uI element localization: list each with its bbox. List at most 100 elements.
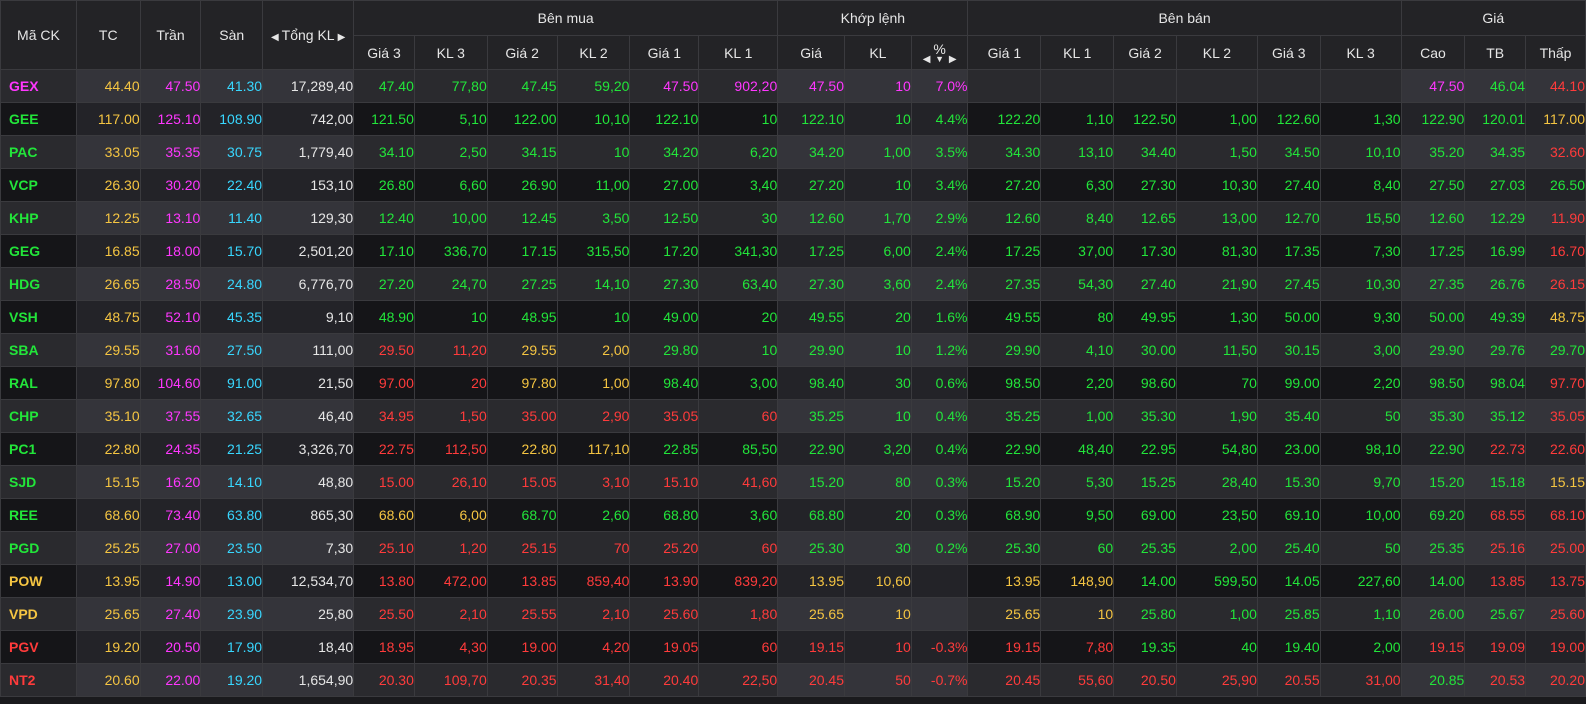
col-header-buy-price-1[interactable]: Giá 1 [629, 35, 700, 70]
table-row[interactable]: GEG 16.85 18.00 15.70 2,501,20 17.10 336,70 17.… [0, 234, 1586, 268]
col-header-sell-vol-2[interactable]: KL 2 [1175, 35, 1258, 70]
cell-symbol[interactable]: SJD [0, 465, 77, 499]
col-header-sell-price-2[interactable]: Giá 2 [1113, 35, 1177, 70]
cell-buy-price-2: 29.55 [486, 333, 558, 367]
cell-symbol[interactable]: REE [0, 498, 77, 532]
cell-ref: 48.75 [75, 300, 141, 334]
cell-symbol[interactable]: NT2 [0, 663, 77, 697]
col-header-match-price[interactable]: Giá [777, 35, 846, 70]
caret-right-icon[interactable]: ▶ [949, 54, 957, 65]
cell-sell-vol-3: 1,30 [1319, 102, 1402, 136]
cell-average: 16.99 [1464, 234, 1527, 268]
cell-sell-vol-2: 1,00 [1175, 102, 1258, 136]
cell-symbol[interactable]: PGD [0, 531, 77, 565]
col-header-match-percent[interactable]: ◀% ▼ ▶ [910, 35, 969, 70]
table-row[interactable]: VPD 25.65 27.40 23.90 25,80 25.50 2,10 25.55 2,1… [0, 597, 1586, 631]
cell-buy-price-2: 34.15 [486, 135, 558, 169]
col-header-buy-price-3[interactable]: Giá 3 [353, 35, 415, 70]
cell-symbol[interactable]: GEX [0, 69, 77, 103]
table-row[interactable]: VSH 48.75 52.10 45.35 9,10 48.90 10 48.95 10 49.0… [0, 300, 1586, 334]
cell-sell-vol-3: 227,60 [1319, 564, 1402, 598]
table-row[interactable]: POW 13.95 14.90 13.00 12,534,70 13.80 472,00 13… [0, 564, 1586, 598]
table-row[interactable]: REE 68.60 73.40 63.80 865,30 68.60 6,00 68.70 2,… [0, 498, 1586, 532]
cell-low: 25.00 [1525, 531, 1586, 565]
cell-match-vol: 3,60 [844, 267, 912, 301]
table-row[interactable]: CHP 35.10 37.55 32.65 46,40 34.95 1,50 35.00 2,9… [0, 399, 1586, 433]
col-header-sell-price-1[interactable]: Giá 1 [967, 35, 1042, 70]
col-header-buy-vol-1[interactable]: KL 1 [698, 35, 779, 70]
cell-match-price: 27.30 [777, 267, 846, 301]
group-header-buy: Bên mua [353, 0, 779, 36]
col-header-sell-vol-3[interactable]: KL 3 [1319, 35, 1402, 70]
caret-left-icon[interactable]: ◀ [271, 32, 279, 43]
col-header-symbol[interactable]: Mã CK [0, 0, 77, 70]
cell-sell-vol-1: 6,30 [1040, 168, 1115, 202]
cell-sell-vol-3: 9,30 [1319, 300, 1402, 334]
cell-sell-price-2: 27.30 [1113, 168, 1177, 202]
col-header-buy-price-2[interactable]: Giá 2 [486, 35, 558, 70]
cell-average: 27.03 [1464, 168, 1527, 202]
table-row[interactable]: PGD 25.25 27.00 23.50 7,30 25.10 1,20 25.15 70 25… [0, 531, 1586, 565]
cell-sell-price-2: 122.50 [1113, 102, 1177, 136]
cell-symbol[interactable]: VSH [0, 300, 77, 334]
table-row[interactable]: GEE 117.00 125.10 108.90 742,00 121.50 5,10 122… [0, 102, 1586, 136]
cell-symbol[interactable]: HDG [0, 267, 77, 301]
cell-buy-vol-3: 472,00 [413, 564, 488, 598]
col-header-ref[interactable]: TC [75, 0, 141, 70]
sort-desc-icon[interactable]: ▼ [933, 54, 945, 63]
cell-symbol[interactable]: PGV [0, 630, 77, 664]
cell-low: 11.90 [1525, 201, 1586, 235]
cell-symbol[interactable]: KHP [0, 201, 77, 235]
table-row[interactable]: GEX 44.40 47.50 41.30 17,289,40 47.40 77,80 47.… [0, 69, 1586, 103]
cell-buy-price-2: 68.70 [486, 498, 558, 532]
cell-floor: 15.70 [200, 234, 264, 268]
cell-ceiling: 37.55 [139, 399, 202, 433]
cell-total-volume: 6,776,70 [262, 267, 355, 301]
table-row[interactable]: RAL 97.80 104.60 91.00 21,50 97.00 20 97.80 1,00… [0, 366, 1586, 400]
cell-sell-vol-2: 40 [1175, 630, 1258, 664]
cell-sell-vol-2: 54,80 [1175, 432, 1258, 466]
cell-buy-price-3: 97.00 [353, 366, 415, 400]
cell-ref: 44.40 [75, 69, 141, 103]
caret-left-icon[interactable]: ◀ [923, 54, 931, 65]
cell-symbol[interactable]: PC1 [0, 432, 77, 466]
cell-symbol[interactable]: GEE [0, 102, 77, 136]
table-row[interactable]: SJD 15.15 16.20 14.10 48,80 15.00 26,10 15.05 3,… [0, 465, 1586, 499]
col-header-total-volume[interactable]: ◀ Tổng KL ▶ [262, 0, 355, 70]
caret-right-icon[interactable]: ▶ [338, 32, 346, 43]
cell-symbol[interactable]: POW [0, 564, 77, 598]
table-row[interactable]: PGV 19.20 20.50 17.90 18,40 18.95 4,30 19.00 4,2… [0, 630, 1586, 664]
cell-symbol[interactable]: CHP [0, 399, 77, 433]
table-row[interactable]: VCP 26.30 30.20 22.40 153,10 26.80 6,60 26.90 11… [0, 168, 1586, 202]
cell-symbol[interactable]: PAC [0, 135, 77, 169]
cell-symbol[interactable]: GEG [0, 234, 77, 268]
cell-symbol[interactable]: RAL [0, 366, 77, 400]
col-header-low[interactable]: Thấp [1525, 35, 1586, 70]
cell-sell-vol-1: 37,00 [1040, 234, 1115, 268]
col-header-high[interactable]: Cao [1400, 35, 1466, 70]
cell-match-percent: 4.4% [910, 102, 969, 136]
cell-ref: 20.60 [75, 663, 141, 697]
table-row[interactable]: KHP 12.25 13.10 11.40 129,30 12.40 10,00 12.45 3… [0, 201, 1586, 235]
col-header-ceiling[interactable]: Trần [139, 0, 202, 70]
table-row[interactable]: HDG 26.65 28.50 24.80 6,776,70 27.20 24,70 27.2… [0, 267, 1586, 301]
table-row[interactable]: PC1 22.80 24.35 21.25 3,326,70 22.75 112,50 22.… [0, 432, 1586, 466]
col-header-match-vol[interactable]: KL [844, 35, 912, 70]
cell-buy-vol-3: 20 [413, 366, 488, 400]
col-header-sell-price-3[interactable]: Giá 3 [1256, 35, 1321, 70]
cell-ref: 29.55 [75, 333, 141, 367]
table-row[interactable]: SBA 29.55 31.60 27.50 111,00 29.50 11,20 29.55 2… [0, 333, 1586, 367]
col-header-sell-vol-1[interactable]: KL 1 [1040, 35, 1115, 70]
cell-match-vol: 20 [844, 498, 912, 532]
cell-symbol[interactable]: SBA [0, 333, 77, 367]
col-header-floor[interactable]: Sàn [200, 0, 264, 70]
table-row[interactable]: NT2 20.60 22.00 19.20 1,654,90 20.30 109,70 20.… [0, 663, 1586, 697]
cell-symbol[interactable]: VPD [0, 597, 77, 631]
cell-ref: 13.95 [75, 564, 141, 598]
col-header-average[interactable]: TB [1464, 35, 1527, 70]
cell-high: 27.50 [1400, 168, 1466, 202]
col-header-buy-vol-3[interactable]: KL 3 [413, 35, 488, 70]
col-header-buy-vol-2[interactable]: KL 2 [556, 35, 631, 70]
cell-symbol[interactable]: VCP [0, 168, 77, 202]
table-row[interactable]: PAC 33.05 35.35 30.75 1,779,40 34.10 2,50 34.15… [0, 135, 1586, 169]
